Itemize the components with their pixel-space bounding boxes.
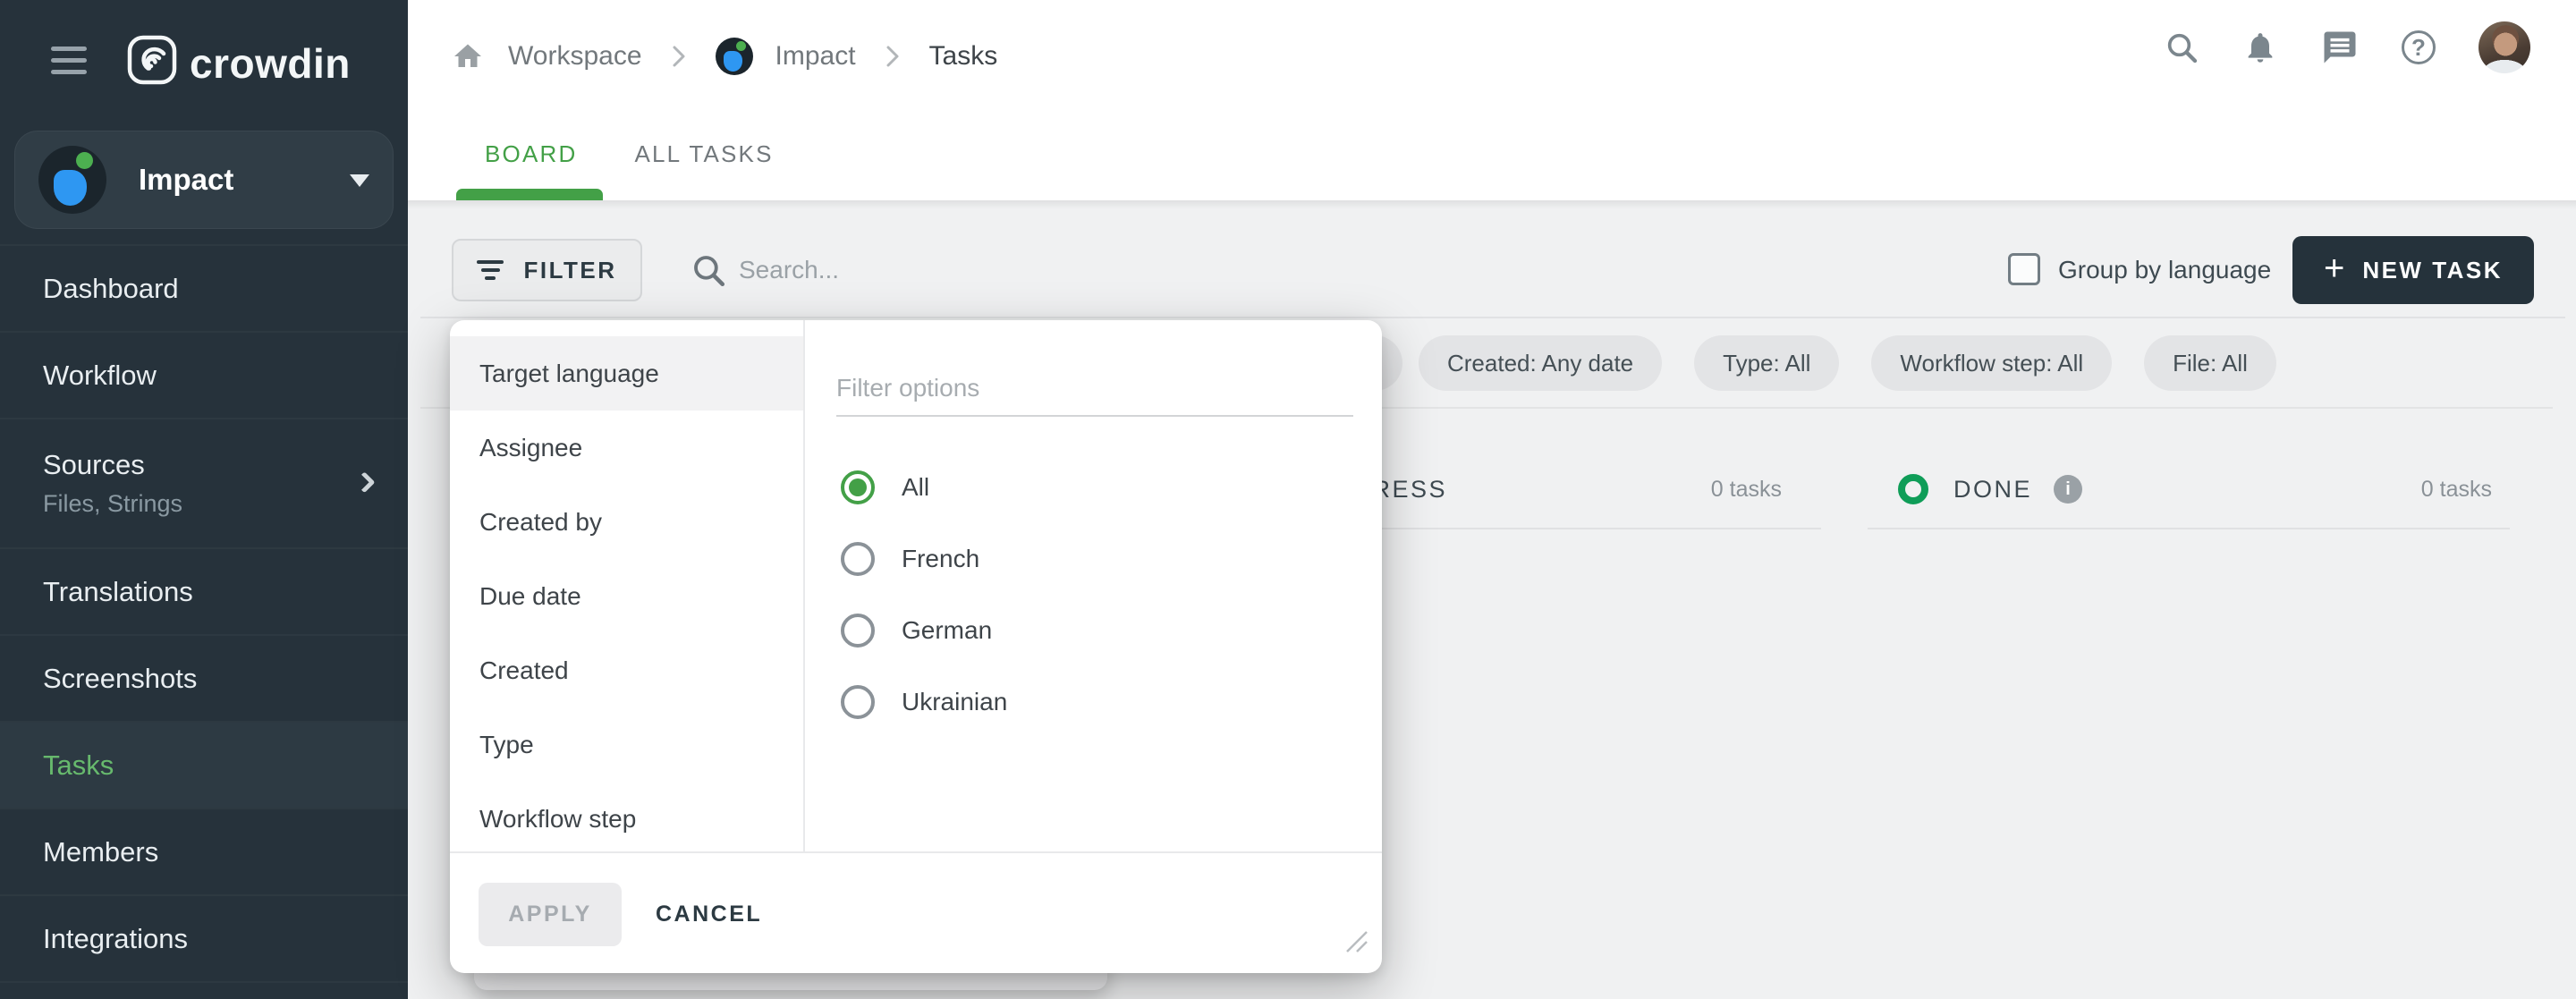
info-icon[interactable]: i	[2054, 475, 2082, 504]
chevron-right-icon	[883, 44, 902, 69]
filter-option-all[interactable]: All	[841, 452, 929, 523]
view-tabs: BOARD ALL TASKS	[456, 107, 802, 200]
sidebar-item-label: Tasks	[43, 749, 408, 782]
breadcrumb-workspace[interactable]: Workspace	[508, 41, 642, 72]
status-done-icon	[1898, 474, 1928, 504]
apply-button[interactable]: APPLY	[479, 883, 622, 946]
group-by-language-checkbox[interactable]	[2008, 253, 2040, 285]
header-actions: ?	[2164, 21, 2530, 73]
help-icon[interactable]: ?	[2402, 30, 2436, 64]
filter-chips: Created: Any date Type: All Workflow ste…	[1419, 335, 2276, 391]
project-avatar	[38, 146, 106, 214]
messages-icon[interactable]	[2321, 29, 2359, 66]
column-task-count: 0 tasks	[2421, 477, 2492, 503]
sidebar-item-label: Members	[43, 836, 408, 868]
project-selector[interactable]: Impact	[14, 131, 394, 229]
sidebar-item-tasks[interactable]: Tasks	[0, 721, 408, 808]
radio-icon	[841, 685, 875, 719]
resize-handle-icon[interactable]	[1343, 927, 1369, 959]
tasks-board-content: FILTER Group by language + NEW TASK Crea…	[408, 200, 2576, 999]
filter-option-ukrainian[interactable]: Ukrainian	[841, 666, 1007, 738]
breadcrumb-project[interactable]: Impact	[775, 41, 856, 72]
project-name: Impact	[139, 163, 233, 197]
active-tab-indicator	[456, 189, 603, 200]
sidebar-item-integrations[interactable]: Integrations	[0, 894, 408, 981]
sidebar-item-dashboard[interactable]: Dashboard	[0, 244, 408, 331]
filter-category-type[interactable]: Type	[450, 707, 803, 782]
radio-label: German	[902, 616, 992, 645]
filter-button-label: FILTER	[523, 257, 616, 284]
filter-options-panel: All French German Ukrainian	[807, 320, 1382, 851]
question-glyph: ?	[2411, 34, 2426, 62]
sidebar-item-label: Workflow	[43, 360, 408, 392]
toolbar-divider	[420, 317, 2565, 318]
filter-category-list: Target language Assignee Created by Due …	[450, 320, 805, 851]
radio-label: All	[902, 473, 929, 502]
search-input[interactable]	[739, 241, 1204, 300]
radio-icon	[841, 614, 875, 648]
search-icon	[690, 251, 727, 293]
filter-icon	[477, 256, 504, 284]
notifications-bell-icon[interactable]	[2242, 30, 2278, 65]
radio-label: French	[902, 545, 979, 573]
plus-icon: +	[2324, 250, 2344, 286]
crowdin-logo-icon[interactable]	[126, 34, 178, 90]
filter-options-search-input[interactable]	[836, 361, 1353, 417]
sidebar-item-label: Dashboard	[43, 273, 408, 305]
sidebar-item-label: Integrations	[43, 923, 408, 955]
group-by-language-label: Group by language	[2058, 256, 2271, 284]
logo-text: crowdin	[190, 39, 351, 88]
sidebar-item-label: Sources	[43, 449, 408, 481]
filter-category-assignee[interactable]: Assignee	[450, 411, 803, 485]
sidebar: crowdin Impact Dashboard Workflow Source…	[0, 0, 408, 999]
radio-selected-icon	[841, 470, 875, 504]
chevron-right-icon	[669, 44, 689, 69]
column-label: DONE	[1953, 476, 2032, 504]
chip-created[interactable]: Created: Any date	[1419, 335, 1662, 391]
sidebar-item-sources[interactable]: Sources Files, Strings	[0, 418, 408, 547]
sidebar-item-screenshots[interactable]: Screenshots	[0, 634, 408, 721]
chip-file[interactable]: File: All	[2144, 335, 2276, 391]
sidebar-item-label: Translations	[43, 576, 408, 608]
chip-type[interactable]: Type: All	[1694, 335, 1839, 391]
filter-button[interactable]: FILTER	[452, 239, 642, 301]
filter-popup-footer: APPLY CANCEL	[450, 851, 1382, 973]
search-icon[interactable]	[2164, 30, 2199, 65]
breadcrumb: Workspace Impact Tasks	[452, 27, 997, 86]
chip-workflow-step[interactable]: Workflow step: All	[1871, 335, 2112, 391]
new-task-button[interactable]: + NEW TASK	[2292, 236, 2534, 304]
column-done-header: DONE i 0 tasks	[1868, 451, 2510, 529]
user-avatar[interactable]	[2479, 21, 2530, 73]
chevron-down-icon	[350, 174, 369, 197]
breadcrumb-current: Tasks	[929, 41, 998, 72]
radio-icon	[841, 542, 875, 576]
filter-popup: Target language Assignee Created by Due …	[450, 320, 1382, 973]
tab-all-tasks[interactable]: ALL TASKS	[606, 107, 801, 200]
main-area: Workspace Impact Tasks ?	[408, 0, 2576, 999]
tab-board[interactable]: BOARD	[456, 107, 606, 200]
menu-icon[interactable]	[51, 47, 87, 81]
filter-option-french[interactable]: French	[841, 523, 979, 595]
cancel-button[interactable]: CANCEL	[656, 883, 762, 946]
sidebar-item-subtitle: Files, Strings	[43, 490, 408, 518]
sidebar-item-label: Screenshots	[43, 663, 408, 695]
sidebar-divider	[0, 981, 408, 999]
sidebar-item-members[interactable]: Members	[0, 808, 408, 894]
filter-category-due-date[interactable]: Due date	[450, 559, 803, 633]
filter-category-target-language[interactable]: Target language	[450, 336, 803, 411]
sidebar-item-translations[interactable]: Translations	[0, 547, 408, 634]
new-task-label: NEW TASK	[2362, 257, 2503, 284]
filter-category-created[interactable]: Created	[450, 633, 803, 707]
project-avatar	[716, 38, 753, 75]
filter-option-german[interactable]: German	[841, 595, 992, 666]
sidebar-item-workflow[interactable]: Workflow	[0, 331, 408, 418]
home-icon[interactable]	[452, 40, 484, 72]
filter-category-workflow-step[interactable]: Workflow step	[450, 782, 803, 856]
sidebar-menu: Dashboard Workflow Sources Files, String…	[0, 244, 408, 999]
crowdin-app: crowdin Impact Dashboard Workflow Source…	[0, 0, 2576, 999]
radio-label: Ukrainian	[902, 688, 1007, 716]
filter-category-created-by[interactable]: Created by	[450, 485, 803, 559]
column-task-count: 0 tasks	[1711, 477, 1782, 503]
